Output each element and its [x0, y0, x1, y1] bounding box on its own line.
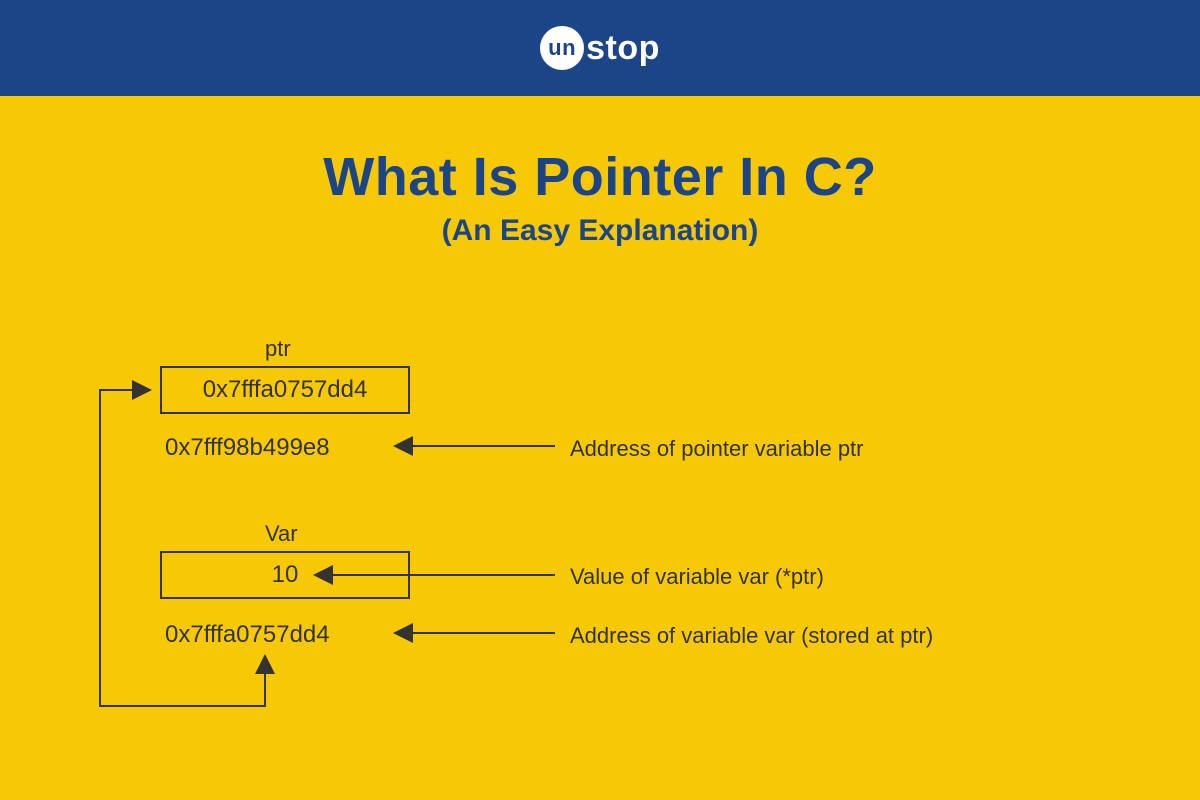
logo-inner-text: un [548, 35, 576, 61]
pointer-diagram: ptr 0x7fffa0757dd4 0x7fff98b499e8 Addres… [0, 326, 1200, 796]
page-subtitle: (An Easy Explanation) [0, 214, 1200, 248]
header-bar: un stop [0, 0, 1200, 96]
ptr-address-text: 0x7fff98b499e8 [165, 434, 330, 462]
ptr-box: 0x7fffa0757dd4 [160, 366, 410, 414]
var-box: 10 [160, 551, 410, 599]
var-address-text: 0x7fffa0757dd4 [165, 621, 330, 649]
ptr-label: ptr [265, 336, 291, 362]
brand-logo: un stop [540, 26, 660, 70]
var-address-desc: Address of variable var (stored at ptr) [570, 623, 933, 649]
var-box-value: 10 [272, 561, 299, 589]
main-content: What Is Pointer In C? (An Easy Explanati… [0, 96, 1200, 800]
page-title: What Is Pointer In C? [0, 146, 1200, 208]
ptr-box-value: 0x7fffa0757dd4 [203, 376, 368, 404]
logo-circle: un [540, 26, 584, 70]
var-value-desc: Value of variable var (*ptr) [570, 564, 824, 590]
var-label: Var [265, 521, 298, 547]
ptr-address-desc: Address of pointer variable ptr [570, 436, 864, 462]
logo-text: stop [586, 29, 660, 68]
